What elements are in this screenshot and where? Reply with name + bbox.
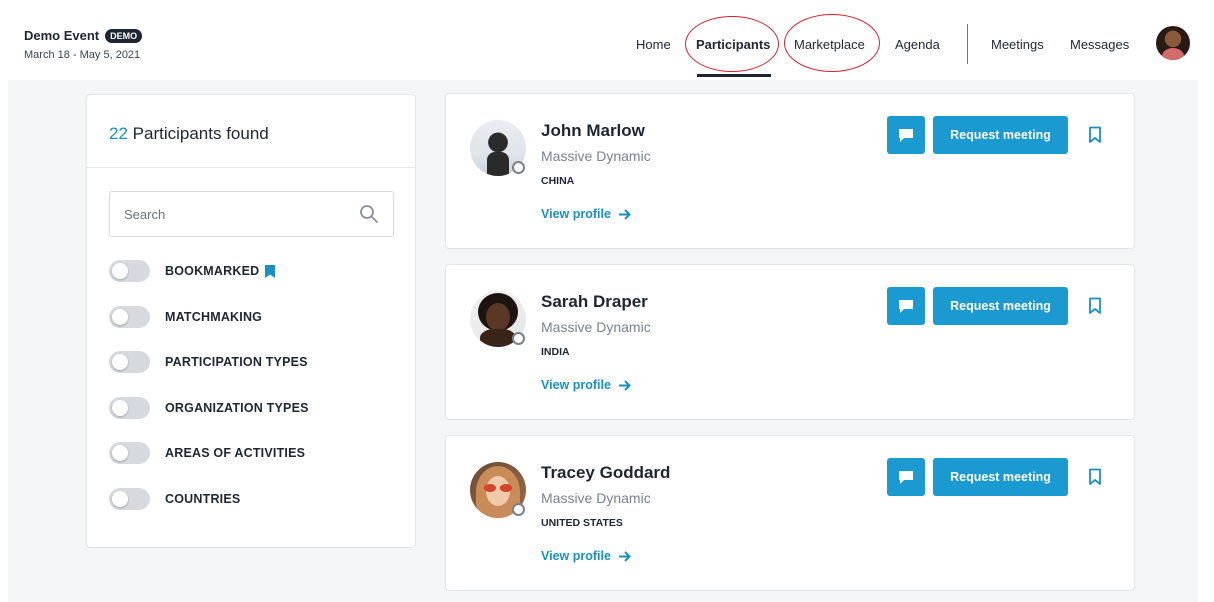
participant-country: CHINA	[541, 175, 575, 187]
arrow-right-icon	[618, 208, 631, 220]
toggle-label: ORGANIZATION TYPES	[165, 401, 309, 415]
filter-participation-types[interactable]: PARTICIPATION TYPES	[109, 350, 308, 374]
status-indicator	[512, 332, 525, 345]
divider	[87, 167, 415, 168]
view-profile-link[interactable]: View profile	[541, 549, 631, 563]
toggle-switch[interactable]	[109, 488, 150, 510]
view-profile-label: View profile	[541, 549, 611, 563]
participant-organization: Massive Dynamic	[541, 319, 651, 335]
toggle-label: PARTICIPATION TYPES	[165, 355, 308, 369]
top-bar: Demo Event DEMO March 18 - May 5, 2021 H…	[8, 10, 1198, 80]
event-name: Demo Event	[24, 28, 100, 43]
nav-messages[interactable]: Messages	[1070, 37, 1129, 52]
participant-name: Tracey Goddard	[541, 463, 671, 482]
nav-meetings[interactable]: Meetings	[991, 37, 1044, 52]
participant-name: John Marlow	[541, 121, 645, 140]
arrow-right-icon	[618, 379, 631, 391]
chat-icon	[899, 128, 913, 142]
arrow-right-icon	[618, 550, 631, 562]
nav-agenda[interactable]: Agenda	[895, 37, 940, 52]
annotation-circle-participants	[685, 16, 779, 72]
participants-count: 22	[109, 124, 128, 143]
bookmark-icon[interactable]	[1088, 468, 1102, 486]
message-button[interactable]	[887, 116, 925, 154]
nav-home[interactable]: Home	[636, 37, 671, 52]
search-input[interactable]	[124, 204, 344, 224]
annotation-circle-marketplace	[784, 14, 880, 72]
view-profile-label: View profile	[541, 207, 611, 221]
toggle-switch[interactable]	[109, 260, 150, 282]
view-profile-link[interactable]: View profile	[541, 378, 631, 392]
request-meeting-button[interactable]: Request meeting	[933, 287, 1068, 325]
participant-card: John Marlow Massive Dynamic CHINA View p…	[445, 93, 1135, 249]
filter-areas-of-activities[interactable]: AREAS OF ACTIVITIES	[109, 441, 305, 465]
participant-card: Sarah Draper Massive Dynamic INDIA View …	[445, 264, 1135, 420]
toggle-switch[interactable]	[109, 351, 150, 373]
filter-countries[interactable]: COUNTRIES	[109, 487, 240, 511]
event-title: Demo Event DEMO	[24, 28, 143, 43]
participant-organization: Massive Dynamic	[541, 490, 651, 506]
view-profile-label: View profile	[541, 378, 611, 392]
bookmark-icon[interactable]	[1088, 297, 1102, 315]
toggle-label: COUNTRIES	[165, 492, 241, 506]
message-button[interactable]	[887, 458, 925, 496]
demo-badge: DEMO	[105, 28, 143, 43]
toggle-label: MATCHMAKING	[165, 310, 263, 324]
search-icon[interactable]	[359, 204, 379, 224]
app-window: Demo Event DEMO March 18 - May 5, 2021 H…	[8, 10, 1198, 602]
toggle-switch[interactable]	[109, 306, 150, 328]
participants-found-label: Participants found	[132, 124, 269, 143]
filter-matchmaking[interactable]: MATCHMAKING	[109, 305, 262, 329]
participant-name: Sarah Draper	[541, 292, 648, 311]
request-meeting-button[interactable]: Request meeting	[933, 458, 1068, 496]
toggle-switch[interactable]	[109, 397, 150, 419]
active-nav-underline	[697, 74, 771, 77]
search-box[interactable]	[109, 191, 394, 237]
bookmark-icon	[265, 264, 276, 278]
nav-divider	[967, 24, 968, 64]
toggle-switch[interactable]	[109, 442, 150, 464]
user-avatar[interactable]	[1156, 26, 1190, 60]
participants-found: 22 Participants found	[109, 124, 269, 144]
filter-panel: 22 Participants found BOOKMARKED MATCHMA…	[86, 94, 416, 548]
participant-organization: Massive Dynamic	[541, 148, 651, 164]
message-button[interactable]	[887, 287, 925, 325]
filter-bookmarked[interactable]: BOOKMARKED	[109, 259, 276, 283]
toggle-label: AREAS OF ACTIVITIES	[165, 446, 306, 460]
status-indicator	[512, 161, 525, 174]
chat-icon	[899, 470, 913, 484]
toggle-label: BOOKMARKED	[165, 264, 260, 278]
participant-country: UNITED STATES	[541, 517, 623, 529]
filter-organization-types[interactable]: ORGANIZATION TYPES	[109, 396, 309, 420]
view-profile-link[interactable]: View profile	[541, 207, 631, 221]
status-indicator	[512, 503, 525, 516]
event-dates: March 18 - May 5, 2021	[24, 49, 141, 61]
chat-icon	[899, 299, 913, 313]
request-meeting-button[interactable]: Request meeting	[933, 116, 1068, 154]
participant-card: Tracey Goddard Massive Dynamic UNITED ST…	[445, 435, 1135, 591]
bookmark-icon[interactable]	[1088, 126, 1102, 144]
participant-country: INDIA	[541, 346, 570, 358]
